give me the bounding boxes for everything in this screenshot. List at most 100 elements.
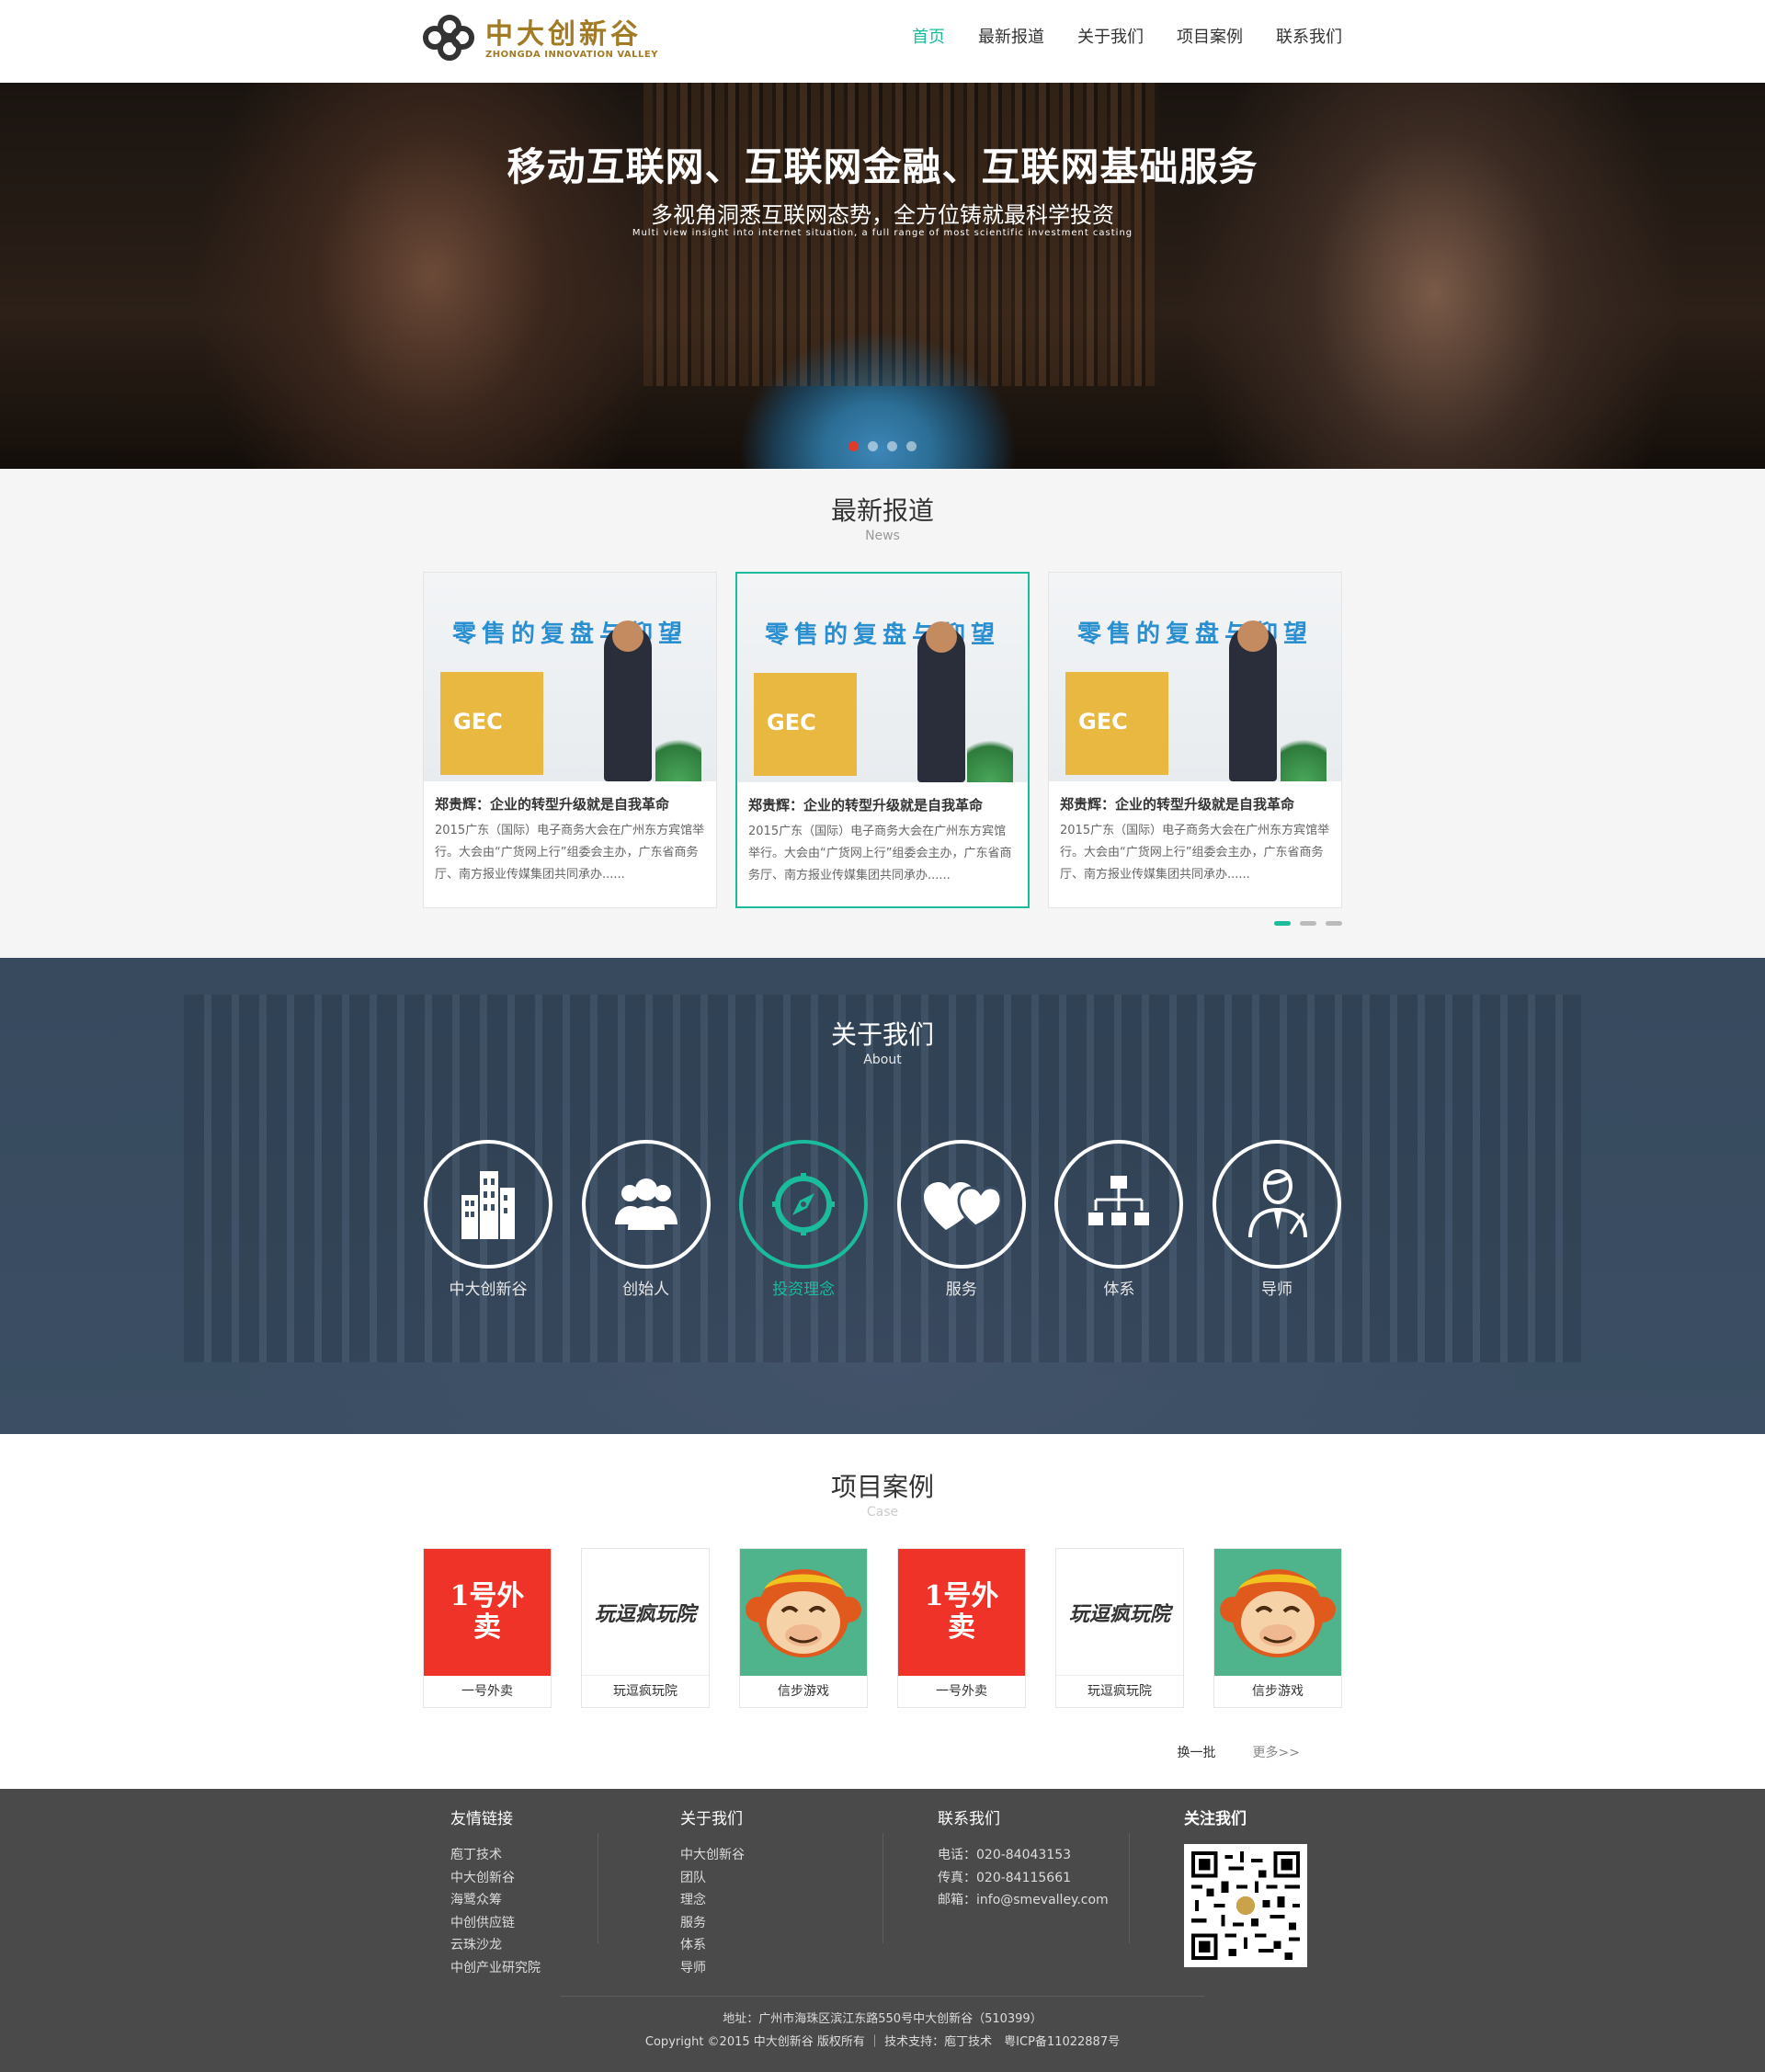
footer-about-link[interactable]: 服务 xyxy=(680,1912,938,1935)
news-card[interactable]: 零售的复盘与仰望 GEC 郑贵辉：企业的转型升级就是自我革命 2015广东（国际… xyxy=(735,572,1030,908)
about-item-label: 创始人 xyxy=(622,1281,670,1299)
site-header: 中大创新谷 ZHONGDA INNOVATION VALLEY 首页 最新报道 … xyxy=(0,0,1765,83)
case-label: 信步游戏 xyxy=(778,1684,829,1699)
news-title-en: News xyxy=(865,529,900,543)
case-item[interactable]: 玩逗疯玩院 玩逗疯玩院 xyxy=(1055,1548,1184,1708)
news-image-caption: 零售的复盘与仰望 xyxy=(764,621,1000,649)
news-card-image: 零售的复盘与仰望 GEC xyxy=(737,574,1028,782)
about-item-label: 导师 xyxy=(1260,1281,1292,1299)
news-page-dot[interactable] xyxy=(1326,921,1342,926)
hero-banner[interactable]: 移动互联网、互联网金融、互联网基础服务 多视角洞悉互联网态势，全方位铸就最科学投… xyxy=(0,83,1765,469)
about-item-founder[interactable]: 创始人 xyxy=(581,1140,712,1299)
case-item[interactable]: 信步游戏 xyxy=(739,1548,868,1708)
case-logo-wandou: 玩逗疯玩院 xyxy=(1056,1549,1183,1676)
case-list: 1号外卖 一号外卖 玩逗疯玩院 玩逗疯玩院 信步游戏 1号外卖 一号外卖 玩逗疯… xyxy=(423,1548,1342,1708)
footer-phone: 电话：020-84043153 xyxy=(938,1848,1072,1862)
banner-subtitle: 多视角洞悉互联网态势，全方位铸就最科学投资 xyxy=(651,202,1114,228)
case-item[interactable]: 玩逗疯玩院 玩逗疯玩院 xyxy=(581,1548,710,1708)
footer-about-title: 关于我们 xyxy=(680,1810,743,1828)
about-item-system[interactable]: 体系 xyxy=(1053,1140,1184,1299)
site-logo[interactable]: 中大创新谷 ZHONGDA INNOVATION VALLEY xyxy=(423,15,658,64)
nav-news[interactable]: 最新报道 xyxy=(978,26,1044,50)
case-item[interactable]: 1号外卖 一号外卖 xyxy=(897,1548,1026,1708)
qr-code-icon xyxy=(1184,1844,1307,1967)
news-card-title[interactable]: 郑贵辉：企业的转型升级就是自我革命 xyxy=(1060,794,1330,814)
more-cases-link[interactable]: 更多>> xyxy=(1253,1743,1300,1761)
case-actions: 换一批 更多>> xyxy=(423,1743,1342,1761)
swap-batch-link[interactable]: 换一批 xyxy=(1178,1743,1216,1761)
banner-dot[interactable] xyxy=(868,441,878,451)
news-card-desc: 2015广东（国际）电子商务大会在广州东方宾馆举行。大会由“广货网上行”组委会主… xyxy=(1060,824,1330,882)
footer-contact-title: 联系我们 xyxy=(938,1810,1000,1828)
about-title-en: About xyxy=(863,1053,902,1067)
logo-text-cn: 中大创新谷 xyxy=(485,17,642,51)
nav-home[interactable]: 首页 xyxy=(912,26,945,50)
footer-divider xyxy=(882,1833,883,1943)
footer-follow-column: 关注我们 xyxy=(1184,1807,1307,1979)
news-page-dot[interactable] xyxy=(1300,921,1316,926)
cases-section: 项目案例 Case 1号外卖 一号外卖 玩逗疯玩院 玩逗疯玩院 信步游戏 1号外… xyxy=(0,1434,1765,1789)
monkey-logo-icon xyxy=(740,1549,867,1676)
news-card-title[interactable]: 郑贵辉：企业的转型升级就是自我革命 xyxy=(748,795,1017,815)
about-item-company[interactable]: 中大创新谷 xyxy=(423,1140,553,1299)
case-logo-text: 玩逗疯玩院 xyxy=(594,1601,696,1626)
footer-email[interactable]: 邮箱：info@smevalley.com xyxy=(938,1889,1184,1912)
case-item[interactable]: 信步游戏 xyxy=(1213,1548,1342,1708)
about-item-label: 体系 xyxy=(1103,1281,1135,1299)
footer-link[interactable]: 中创供应链 xyxy=(450,1912,680,1935)
footer-link[interactable]: 海鹭众筹 xyxy=(450,1889,680,1912)
footer-link[interactable]: 云珠沙龙 xyxy=(450,1934,680,1957)
cases-title: 项目案例 xyxy=(830,1472,934,1502)
nav-about[interactable]: 关于我们 xyxy=(1077,26,1144,50)
footer-links-column: 友情链接 庖丁技术 中大创新谷 海鹭众筹 中创供应链 云珠沙龙 中创产业研究院 xyxy=(450,1807,680,1979)
cases-title-en: Case xyxy=(866,1505,899,1520)
nav-contact[interactable]: 联系我们 xyxy=(1276,26,1342,50)
footer-separator xyxy=(561,1996,1204,1997)
case-label: 信步游戏 xyxy=(1252,1684,1304,1699)
about-item-mentor[interactable]: 导师 xyxy=(1212,1140,1342,1299)
case-label: 玩逗疯玩院 xyxy=(1087,1684,1152,1699)
footer-link[interactable]: 中大创新谷 xyxy=(450,1867,680,1890)
footer-address: 地址：广州市海珠区滨江东路550号中大创新谷（510399） xyxy=(723,2012,1042,2026)
footer-fax: 传真：020-84115661 xyxy=(938,1870,1072,1885)
case-logo-wandou: 玩逗疯玩院 xyxy=(582,1549,709,1676)
main-nav: 首页 最新报道 关于我们 项目案例 联系我们 xyxy=(879,26,1342,50)
banner-dot[interactable] xyxy=(848,441,859,451)
news-page-dot[interactable] xyxy=(1274,921,1291,926)
news-card[interactable]: 零售的复盘与仰望 GEC 郑贵辉：企业的转型升级就是自我革命 2015广东（国际… xyxy=(1048,572,1342,908)
banner-dot[interactable] xyxy=(887,441,897,451)
footer-about-link[interactable]: 理念 xyxy=(680,1889,938,1912)
mentor-icon xyxy=(1212,1140,1341,1269)
footer-about-link[interactable]: 中大创新谷 xyxy=(680,1844,938,1867)
news-image-caption: 零售的复盘与仰望 xyxy=(1076,620,1313,648)
footer-about-link[interactable]: 导师 xyxy=(680,1957,938,1980)
site-footer: 友情链接 庖丁技术 中大创新谷 海鹭众筹 中创供应链 云珠沙龙 中创产业研究院 … xyxy=(0,1789,1765,2072)
banner-dot[interactable] xyxy=(906,441,917,451)
news-card[interactable]: 零售的复盘与仰望 GEC 郑贵辉：企业的转型升级就是自我革命 2015广东（国际… xyxy=(423,572,717,908)
footer-about-link[interactable]: 体系 xyxy=(680,1934,938,1957)
footer-link[interactable]: 庖丁技术 xyxy=(450,1844,680,1867)
footer-link[interactable]: 中创产业研究院 xyxy=(450,1957,680,1980)
case-label: 一号外卖 xyxy=(461,1684,513,1699)
about-item-label: 服务 xyxy=(945,1281,977,1299)
news-card-desc: 2015广东（国际）电子商务大会在广州东方宾馆举行。大会由“广货网上行”组委会主… xyxy=(748,825,1012,882)
case-logo-text: 玩逗疯玩院 xyxy=(1068,1601,1170,1626)
case-item[interactable]: 1号外卖 一号外卖 xyxy=(423,1548,552,1708)
news-card-image: 零售的复盘与仰望 GEC xyxy=(1049,573,1341,781)
about-item-service[interactable]: 服务 xyxy=(896,1140,1027,1299)
nav-cases[interactable]: 项目案例 xyxy=(1177,26,1243,50)
news-card-title[interactable]: 郑贵辉：企业的转型升级就是自我革命 xyxy=(435,794,705,814)
org-chart-icon xyxy=(1054,1140,1184,1269)
footer-about-column: 关于我们 中大创新谷 团队 理念 服务 体系 导师 xyxy=(680,1807,938,1979)
about-item-philosophy[interactable]: 投资理念 xyxy=(738,1140,869,1299)
footer-about-link[interactable]: 团队 xyxy=(680,1867,938,1890)
footer-follow-title: 关注我们 xyxy=(1184,1810,1247,1828)
case-logo-1hao: 1号外卖 xyxy=(898,1549,1025,1676)
compass-icon xyxy=(739,1140,869,1269)
monkey-logo-icon xyxy=(1214,1549,1341,1676)
buildings-icon xyxy=(424,1140,552,1269)
logo-text-en: ZHONGDA INNOVATION VALLEY xyxy=(485,49,658,60)
case-logo-1hao: 1号外卖 xyxy=(424,1549,551,1676)
team-icon xyxy=(581,1140,711,1269)
case-label: 玩逗疯玩院 xyxy=(613,1684,678,1699)
